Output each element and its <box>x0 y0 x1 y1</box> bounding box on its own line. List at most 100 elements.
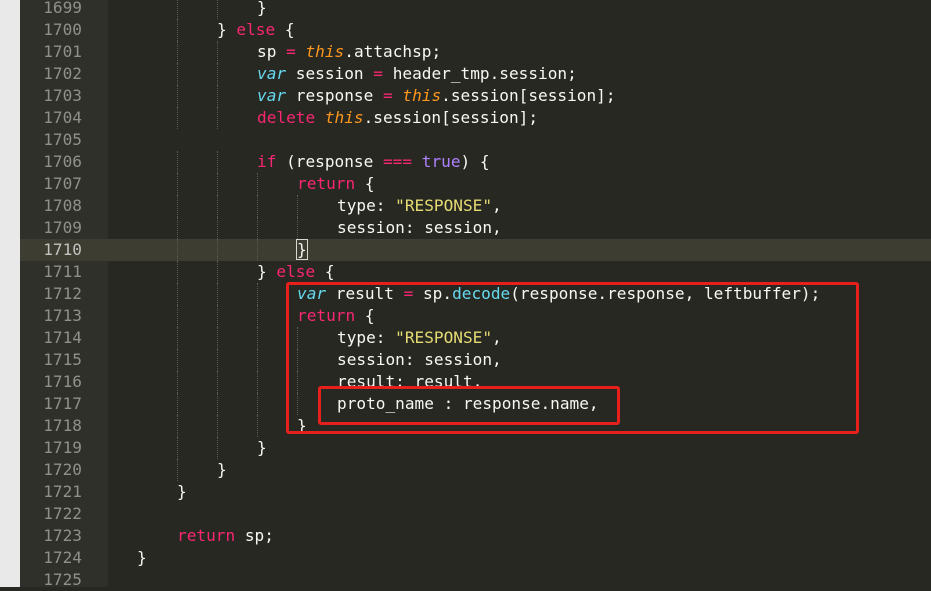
indent-guide <box>177 393 178 415</box>
code-token: result <box>326 284 404 303</box>
code-line[interactable]: 1702 var session = header_tmp.session; <box>20 63 931 85</box>
line-number: 1706 <box>43 152 82 171</box>
code-token: } <box>217 460 227 479</box>
code-line[interactable]: 1701 sp = this.attachsp; <box>20 41 931 63</box>
code-line[interactable]: 1722 <box>20 503 931 525</box>
indent-guide <box>217 305 218 327</box>
code-text: } <box>257 437 267 459</box>
code-token: } <box>137 548 147 567</box>
line-number: 1720 <box>43 460 82 479</box>
indent-guide <box>257 195 258 217</box>
code-line[interactable]: 1714 type: "RESPONSE", <box>20 327 931 349</box>
indent-guide <box>297 371 298 393</box>
indent-guide <box>177 305 178 327</box>
code-token: .attachsp; <box>344 42 442 61</box>
code-token: ) { <box>460 152 490 171</box>
code-token: , <box>492 196 502 215</box>
code-text: var result = sp.decode(response.response… <box>297 283 820 305</box>
indent-guide <box>297 393 298 415</box>
code-token: else <box>276 262 316 281</box>
code-text: } <box>296 239 308 261</box>
code-text: proto_name : response.name, <box>337 393 599 415</box>
code-line[interactable]: 1723 return sp; <box>20 525 931 547</box>
line-number: 1700 <box>43 20 82 39</box>
code-token: = <box>403 284 414 303</box>
indent-guide <box>297 349 298 371</box>
code-line[interactable]: 1711} else { <box>20 261 931 283</box>
code-token: } <box>257 262 277 281</box>
code-line[interactable]: 1700 } else { <box>20 19 931 41</box>
code-token: { <box>355 174 375 193</box>
indent-guide <box>257 371 258 393</box>
indent-guide <box>177 349 178 371</box>
code-line[interactable]: 1724} <box>20 547 931 569</box>
code-line[interactable]: 1713 return { <box>20 305 931 327</box>
code-line[interactable]: 1708 type: "RESPONSE", <box>20 195 931 217</box>
code-line[interactable]: 1705 <box>20 129 931 151</box>
code-text: session: session, <box>337 217 502 239</box>
code-line[interactable]: 1719} <box>20 437 931 459</box>
indent-guide <box>257 393 258 415</box>
code-text: } <box>217 459 227 481</box>
indent-guide <box>217 349 218 371</box>
code-line[interactable]: 1699} <box>20 0 931 19</box>
code-token: proto_name : response.name, <box>337 394 599 413</box>
code-token: return <box>297 174 356 193</box>
indent-guide <box>217 151 218 173</box>
code-token: } <box>257 0 267 17</box>
line-number: 1717 <box>43 394 82 413</box>
code-text: return sp; <box>177 525 274 547</box>
code-token: else <box>236 20 276 39</box>
indent-guide <box>257 327 258 349</box>
indent-guide <box>177 173 178 195</box>
code-line[interactable]: 1703 var response = this.session[session]… <box>20 85 931 107</box>
code-line[interactable]: 1715 session: session, <box>20 349 931 371</box>
code-token: var <box>257 64 287 83</box>
code-text: } <box>137 547 147 569</box>
code-line[interactable]: 1718} <box>20 415 931 437</box>
indent-guide <box>217 173 218 195</box>
indent-guide <box>217 327 218 349</box>
line-number: 1703 <box>43 86 82 105</box>
indent-guide <box>177 327 178 349</box>
code-line[interactable]: 1707 return { <box>20 173 931 195</box>
indent-guide <box>217 63 218 85</box>
indent-guide <box>257 349 258 371</box>
code-token: sp. <box>413 284 453 303</box>
code-text: } else { <box>217 19 295 41</box>
text-cursor-brace: } <box>296 239 308 260</box>
line-number: 1708 <box>43 196 82 215</box>
code-line[interactable]: 1712 var result = sp.decode(response.resp… <box>20 283 931 305</box>
code-line[interactable]: 1720} <box>20 459 931 481</box>
code-editor[interactable]: 1699} 1700} else {1701 sp = this.attachsp;… <box>20 0 931 591</box>
code-line[interactable]: 1709 session: session, <box>20 217 931 239</box>
code-line[interactable]: 1704 delete this.session[session]; <box>20 107 931 129</box>
code-line[interactable]: 1706 if (response === true) { <box>20 151 931 173</box>
line-number: 1719 <box>43 438 82 457</box>
indent-guide <box>257 305 258 327</box>
code-text: return { <box>297 305 375 327</box>
indent-guide <box>177 63 178 85</box>
code-token: type: <box>337 328 396 347</box>
indent-guide <box>177 0 178 19</box>
code-token: } <box>217 20 237 39</box>
code-token: sp <box>257 42 287 61</box>
indent-guide <box>297 327 298 349</box>
code-line[interactable]: 1717 proto_name : response.name, <box>20 393 931 415</box>
code-token: if <box>257 152 277 171</box>
code-line[interactable]: 1710} <box>20 239 931 261</box>
indent-guide <box>217 261 218 283</box>
indent-guide <box>217 0 218 19</box>
line-number: 1725 <box>43 570 82 589</box>
indent-guide <box>297 195 298 217</box>
indent-guide <box>257 415 258 437</box>
code-line[interactable]: 1716 result: result, <box>20 371 931 393</box>
indent-guide <box>177 415 178 437</box>
code-token: this <box>324 108 364 127</box>
code-line[interactable]: 1721} <box>20 481 931 503</box>
code-line[interactable]: 1725 <box>20 569 931 591</box>
code-text: delete this.session[session]; <box>257 107 538 129</box>
indent-guide <box>177 151 178 173</box>
code-token: { <box>315 262 335 281</box>
